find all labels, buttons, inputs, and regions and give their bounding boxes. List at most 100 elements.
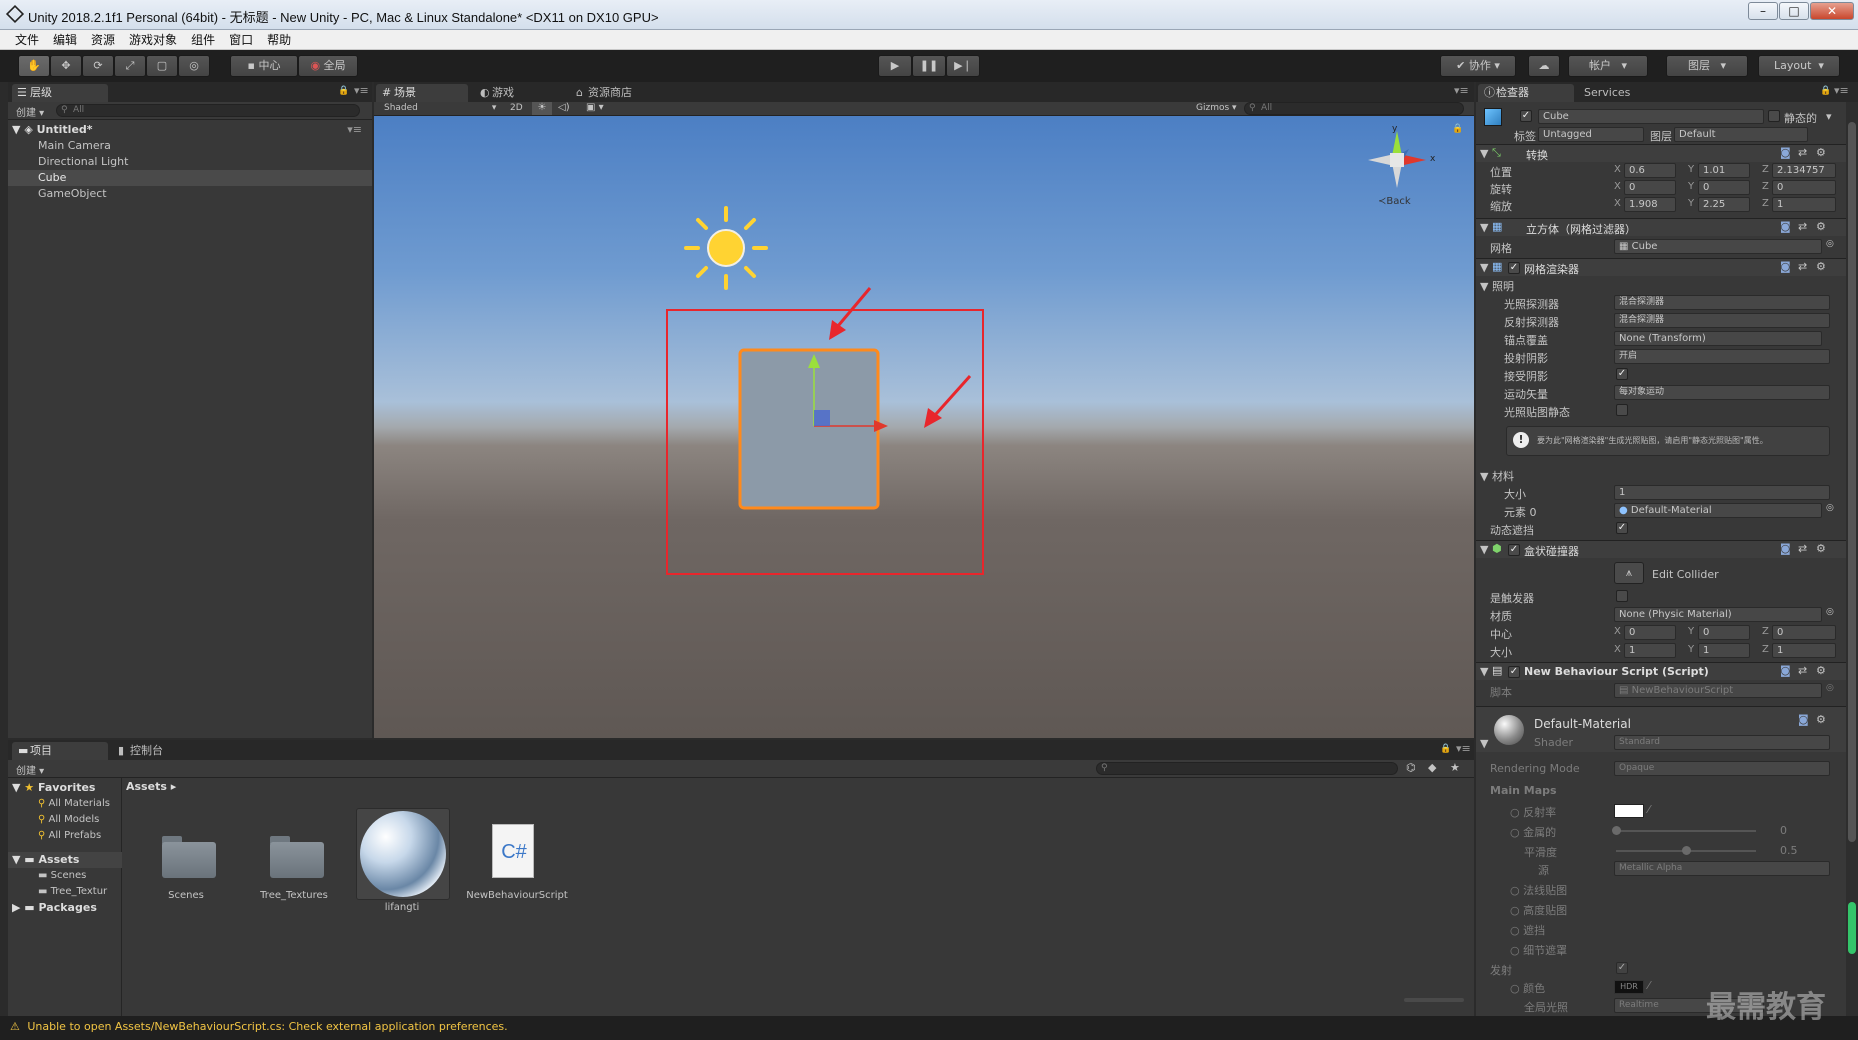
position-x-field[interactable]: 0.6 [1624, 163, 1676, 178]
maximize-button[interactable]: □ [1779, 2, 1809, 20]
expand-arrow-icon[interactable]: ▼ [1480, 221, 1488, 234]
tab-services[interactable]: Services [1576, 84, 1672, 102]
mesh-filter-header[interactable]: ▼ ▦ 立方体（网格过滤器） ◙ ⇄ ⚙ [1476, 218, 1846, 236]
folder-tile-textures[interactable] [266, 832, 324, 878]
filter-type-icon[interactable]: ⌬ [1406, 761, 1416, 774]
box-collider-header[interactable]: ▼ ⬢ ✓ 盒状碰撞器 ◙ ⇄ ⚙ [1476, 540, 1846, 558]
gear-icon[interactable]: ⚙ [1816, 220, 1826, 233]
preset-icon[interactable]: ⇄ [1798, 220, 1807, 233]
dynamic-occluded-checkbox[interactable]: ✓ [1616, 522, 1628, 534]
zoom-slider[interactable] [1404, 998, 1464, 1002]
hierarchy-item[interactable]: Directional Light [8, 154, 372, 170]
gear-icon[interactable]: ⚙ [1816, 713, 1826, 726]
tab-hierarchy[interactable]: ☰ 层级 [12, 84, 108, 102]
layer-dropdown[interactable]: Default [1674, 127, 1808, 142]
center-z-field[interactable]: 0 [1772, 625, 1836, 640]
menu-window[interactable]: 窗口 [222, 30, 260, 48]
transform-tool-button[interactable]: ◎ [178, 55, 210, 77]
anchor-override-field[interactable]: None (Transform) [1614, 331, 1822, 346]
pivot-toggle[interactable]: ▪ 中心 [230, 55, 298, 77]
create-dropdown[interactable]: 创建 ▾ [16, 104, 44, 119]
favorite-item[interactable]: ⚲ All Models [8, 812, 122, 828]
light-probes-dropdown[interactable]: 混合探测器 [1614, 295, 1830, 310]
transform-header[interactable]: ▼ ⤡ 转换 ◙ ⇄ ⚙ [1476, 144, 1846, 162]
materials-foldout[interactable]: ▼ 材料 [1480, 468, 1514, 484]
cast-shadows-dropdown[interactable]: 开启 [1614, 349, 1830, 364]
scale-x-field[interactable]: 1.908 [1624, 197, 1676, 212]
layers-dropdown[interactable]: 图层 ▾ [1666, 55, 1748, 77]
assets-row[interactable]: ▼ ▬ Assets [8, 852, 122, 868]
object-picker-icon[interactable]: ◎ [1826, 607, 1834, 617]
help-icon[interactable]: ◙ [1780, 664, 1791, 677]
tab-scene[interactable]: # 场景 [376, 84, 468, 102]
status-bar[interactable]: ⚠ Unable to open Assets/NewBehaviourScri… [0, 1016, 1858, 1040]
star-icon[interactable]: ★ [1450, 761, 1460, 774]
filter-label-icon[interactable]: ◆ [1428, 761, 1436, 774]
script-header[interactable]: ▼ ▤ ✓ New Behaviour Script (Script) ◙ ⇄ … [1476, 662, 1846, 680]
position-z-field[interactable]: 2.134757 [1772, 163, 1836, 178]
tab-inspector[interactable]: ⓘ 检查器 [1478, 84, 1574, 102]
hand-tool-button[interactable]: ✋ [18, 55, 50, 77]
static-checkbox[interactable] [1768, 110, 1780, 122]
gizmos-dropdown[interactable]: Gizmos ▾ [1196, 103, 1237, 113]
lock-icon[interactable]: 🔒 [1452, 124, 1463, 134]
orientation-gizmo[interactable] [1368, 131, 1426, 188]
mesh-field[interactable]: ▦ Cube [1614, 239, 1822, 254]
minimize-button[interactable]: – [1748, 2, 1778, 20]
size-x-field[interactable]: 1 [1624, 643, 1676, 658]
expand-arrow-icon[interactable]: ▼ [1480, 147, 1488, 160]
tab-project[interactable]: ▬ 项目 [12, 742, 108, 760]
expand-arrow-icon[interactable]: ▼ [1480, 737, 1488, 750]
menu-help[interactable]: 帮助 [260, 30, 298, 48]
scale-tool-button[interactable]: ⤢ [114, 55, 146, 77]
hierarchy-item[interactable]: Main Camera [8, 138, 372, 154]
step-button[interactable]: ▶❘ [946, 55, 980, 77]
help-icon[interactable]: ◙ [1780, 542, 1791, 555]
script-tile[interactable]: C# [492, 824, 534, 878]
motion-vectors-dropdown[interactable]: 每对象运动 [1614, 385, 1830, 400]
inspector-scrollbar-thumb[interactable] [1848, 122, 1856, 842]
gizmo-back-label[interactable]: ≺Back [1378, 196, 1411, 207]
asset-folder-item[interactable]: ▬ Scenes [8, 868, 122, 884]
scene-search-input[interactable]: ⚲ All [1244, 102, 1464, 115]
cloud-button[interactable]: ☁ [1528, 55, 1560, 77]
play-button[interactable]: ▶ [878, 55, 912, 77]
space-toggle[interactable]: ◉ 全局 [298, 55, 358, 77]
center-x-field[interactable]: 0 [1624, 625, 1676, 640]
rect-tool-button[interactable]: ▢ [146, 55, 178, 77]
gear-icon[interactable]: ⚙ [1816, 542, 1826, 555]
tab-game[interactable]: ◐ 游戏 [474, 84, 566, 102]
object-name-field[interactable]: Cube [1538, 109, 1764, 124]
menu-assets[interactable]: 资源 [84, 30, 122, 48]
packages-row[interactable]: ▶ ▬ Packages [8, 900, 122, 916]
hierarchy-item-selected[interactable]: Cube [8, 170, 372, 186]
audio-toggle[interactable]: ◁) [558, 102, 570, 113]
help-icon[interactable]: ◙ [1780, 260, 1791, 273]
script-enabled-checkbox[interactable]: ✓ [1508, 666, 1520, 678]
rotation-y-field[interactable]: 0 [1698, 180, 1750, 195]
rotation-z-field[interactable]: 0 [1772, 180, 1836, 195]
panel-menu-icon[interactable]: ▾≡ [1834, 84, 1849, 97]
preset-icon[interactable]: ⇄ [1798, 260, 1807, 273]
collab-dropdown[interactable]: ✔ 协作 ▾ [1440, 55, 1516, 77]
effects-dropdown[interactable]: ▣ ▾ [586, 102, 604, 113]
mesh-renderer-header[interactable]: ▼ ▦ ✓ 网格渲染器 ◙ ⇄ ⚙ [1476, 258, 1846, 276]
active-checkbox[interactable]: ✓ [1520, 110, 1532, 122]
create-dropdown[interactable]: 创建 ▾ [16, 762, 44, 777]
menu-gameobject[interactable]: 游戏对象 [122, 30, 184, 48]
menu-component[interactable]: 组件 [184, 30, 222, 48]
help-icon[interactable]: ◙ [1780, 146, 1791, 159]
pause-button[interactable]: ❚❚ [912, 55, 946, 77]
rotation-x-field[interactable]: 0 [1624, 180, 1676, 195]
2d-toggle[interactable]: 2D [510, 103, 523, 113]
reflection-probes-dropdown[interactable]: 混合探测器 [1614, 313, 1830, 328]
shading-dropdown[interactable]: Shaded ▾ [384, 103, 496, 113]
center-y-field[interactable]: 0 [1698, 625, 1750, 640]
menu-edit[interactable]: 编辑 [46, 30, 84, 48]
favorite-item[interactable]: ⚲ All Materials [8, 796, 122, 812]
object-picker-icon[interactable]: ◎ [1826, 239, 1834, 249]
position-y-field[interactable]: 1.01 [1698, 163, 1750, 178]
scene-root-row[interactable]: ▼ ◈ Untitled* ▾≡ [8, 122, 372, 138]
lightmap-static-checkbox[interactable] [1616, 404, 1628, 416]
size-z-field[interactable]: 1 [1772, 643, 1836, 658]
